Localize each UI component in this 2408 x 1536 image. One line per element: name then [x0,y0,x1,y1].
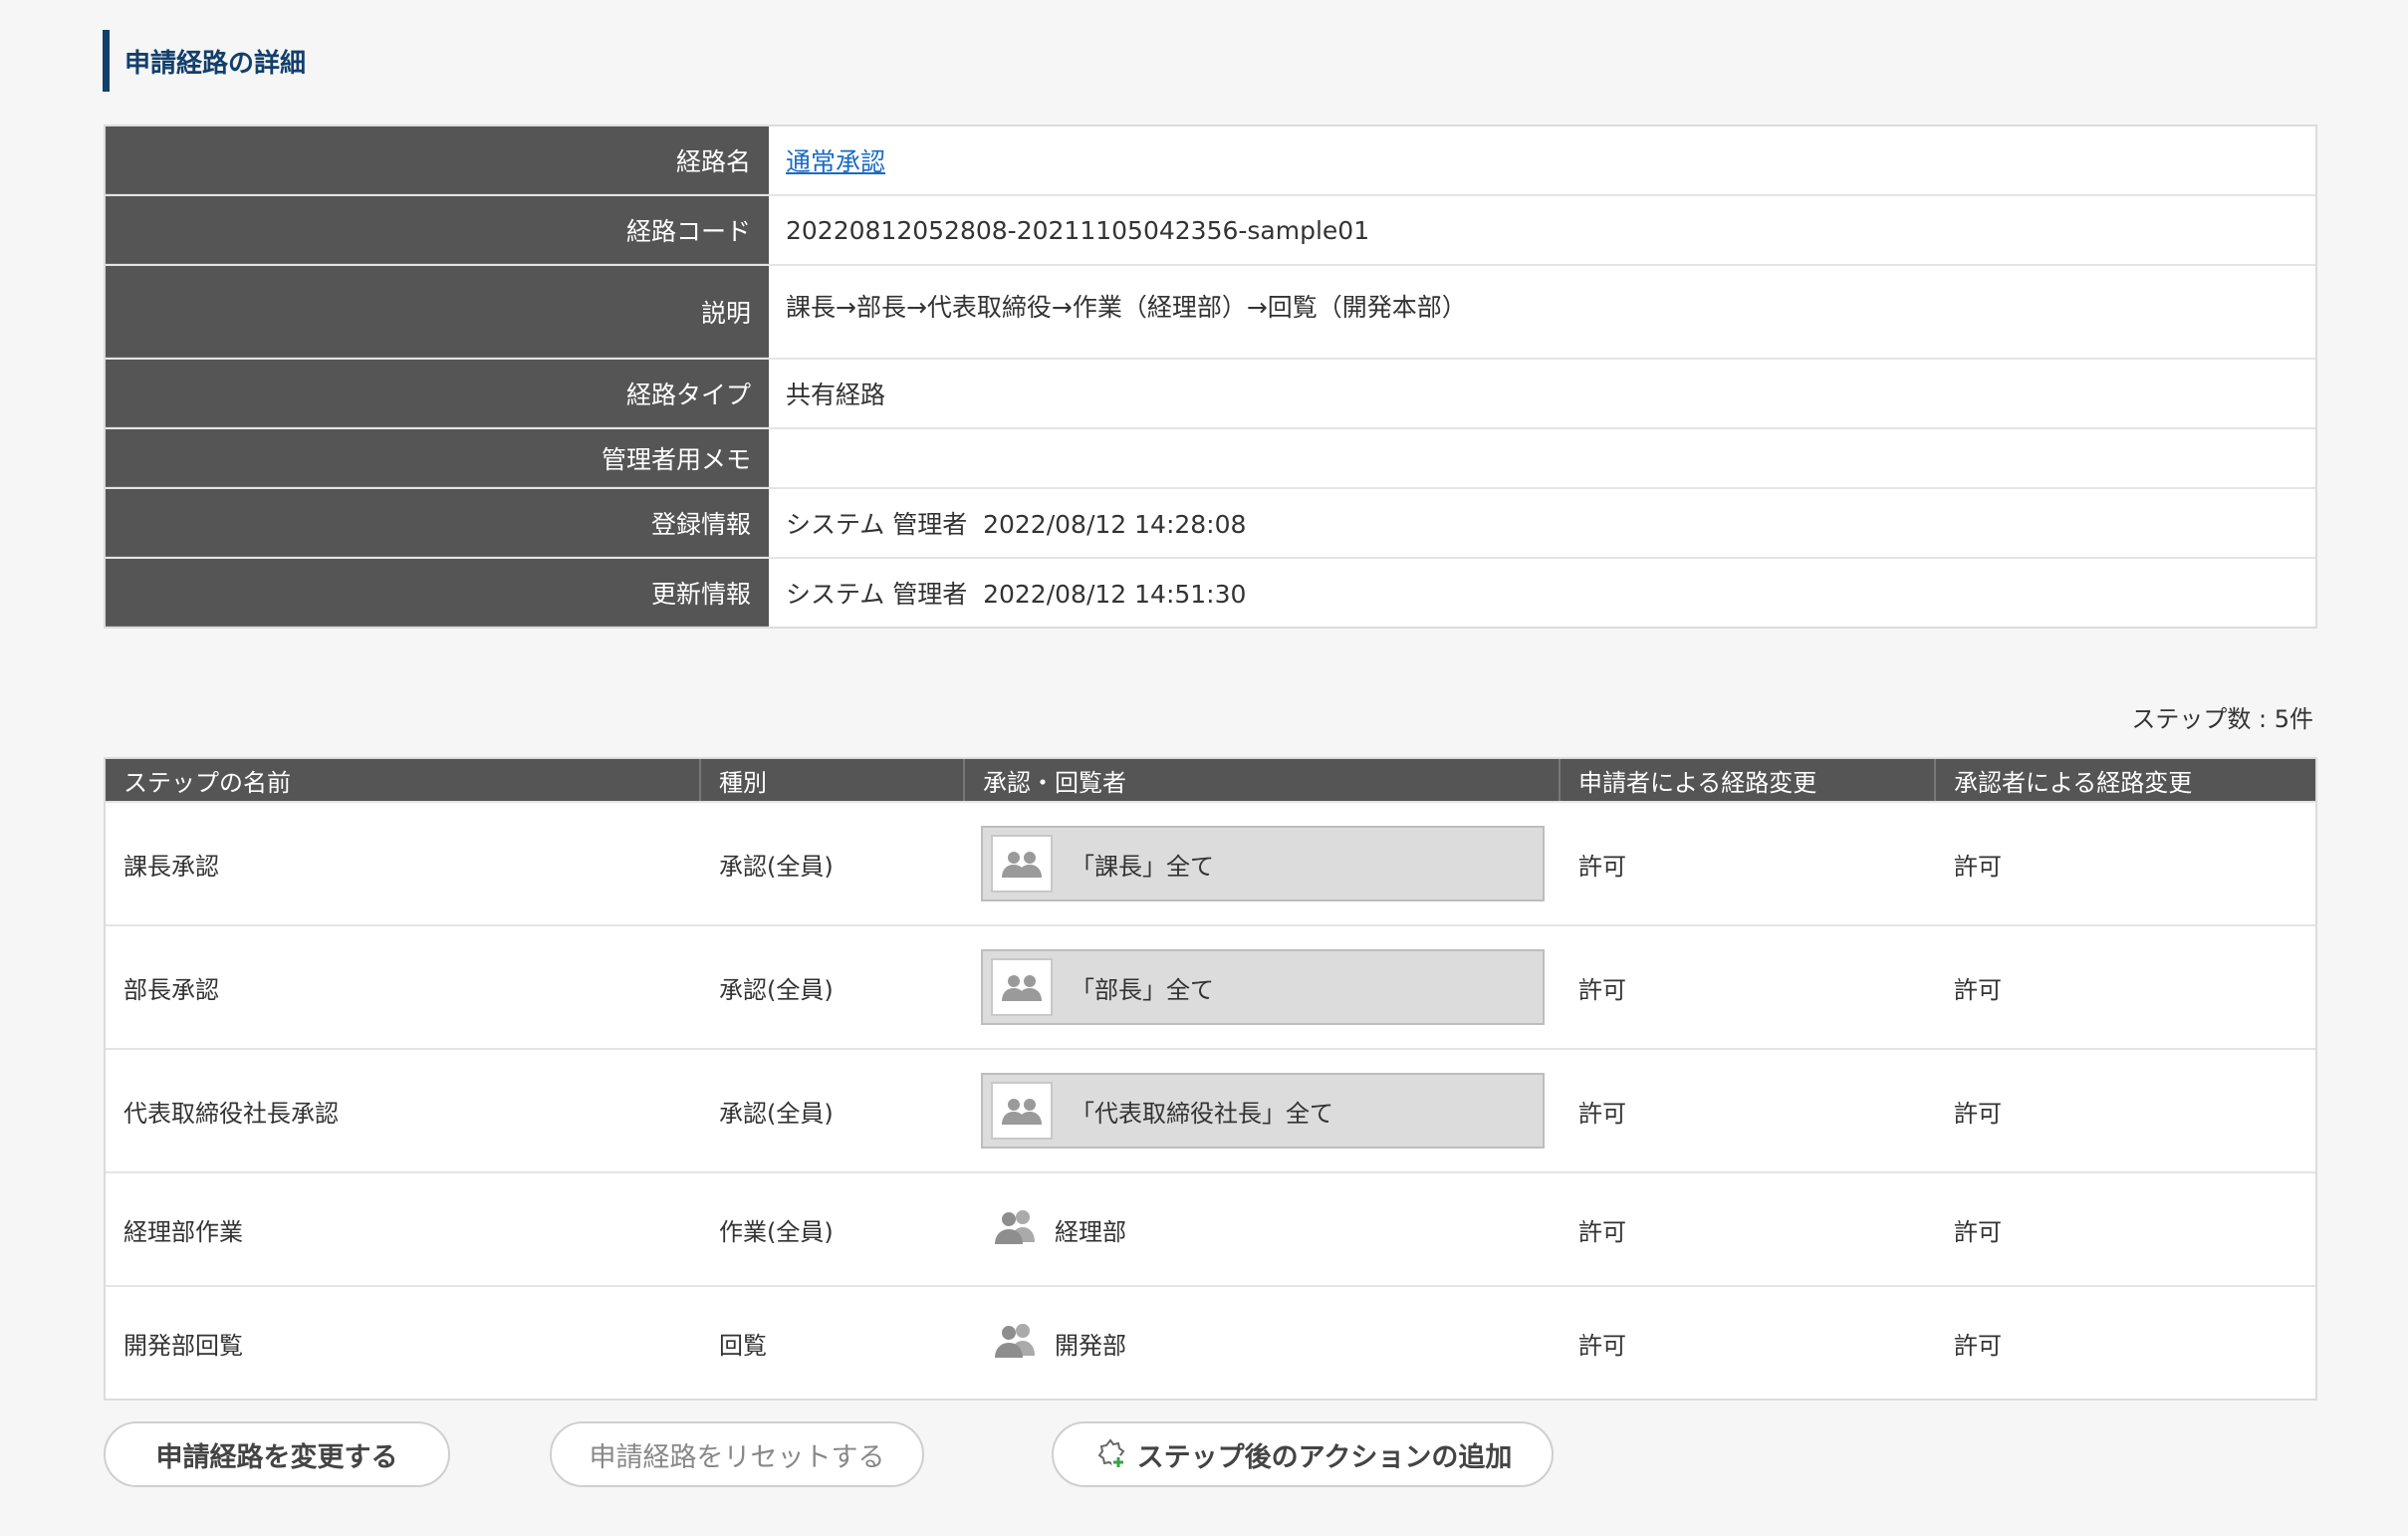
approver-box[interactable]: 「部長」全て [981,949,1545,1025]
reset-route-button[interactable]: 申請経路をリセットする [550,1421,924,1487]
steps-table-header: ステップの名前 種別 承認・回覧者 申請者による経路変更 承認者による経路変更 [106,759,2315,801]
users-icon [991,1322,1041,1364]
approver-change: 許可 [1954,852,2002,881]
route-name-label: 経路名 [106,127,769,194]
description-label: 説明 [106,266,769,358]
route-code-label: 経路コード [106,196,769,264]
updated-label: 更新情報 [106,559,769,627]
applicant-change: 許可 [1578,852,1626,881]
detail-row-route-code: 経路コード 20220812052808-20211105042356-samp… [106,196,2315,266]
step-name: 代表取締役社長承認 [123,1099,339,1128]
users-icon [991,835,1053,893]
description-value: 課長→部長→代表取締役→作業（経理部）→回覧（開発本部） [786,293,1467,322]
step-type: 承認(全員) [719,975,834,1004]
detail-row-route-type: 経路タイプ 共有経路 [106,360,2315,429]
change-route-button[interactable]: 申請経路を変更する [104,1421,450,1487]
table-row: 開発部回覧 回覧 開発部 許可 許可 [106,1285,2315,1399]
gear-plus-icon [1093,1437,1127,1471]
admin-memo-value [769,429,2315,487]
applicant-change: 許可 [1578,1331,1626,1360]
table-row: 経理部作業 作業(全員) 経理部 許可 許可 [106,1171,2315,1285]
approver-name: 開発部 [1055,1331,1126,1360]
route-type-value: 共有経路 [786,381,886,409]
page-title: 申請経路の詳細 [103,30,306,92]
registered-value: システム 管理者 2022/08/12 14:28:08 [786,510,1247,539]
table-row: 代表取締役社長承認 承認(全員) 「代表取締役社長」全て 許可 許可 [106,1048,2315,1171]
approver-name: 「課長」全て [1071,852,1214,881]
approver-name: 経理部 [1055,1217,1126,1246]
approver-group[interactable]: 経理部 [981,1208,1126,1250]
detail-row-updated: 更新情報 システム 管理者 2022/08/12 14:51:30 [106,559,2315,627]
approver-change: 許可 [1954,975,2002,1004]
step-name: 部長承認 [123,975,219,1004]
users-icon [991,958,1053,1016]
admin-memo-label: 管理者用メモ [106,429,769,487]
header-applicant-change: 申請者による経路変更 [1561,759,1936,801]
approver-change: 許可 [1954,1331,2002,1360]
users-icon [991,1082,1053,1140]
route-code-value: 20220812052808-20211105042356-sample01 [786,215,1370,245]
approver-box[interactable]: 「代表取締役社長」全て [981,1073,1545,1149]
route-detail-table: 経路名 通常承認 経路コード 20220812052808-2021110504… [104,125,2317,629]
applicant-change: 許可 [1578,1217,1626,1246]
add-step-action-label: ステップ後のアクションの追加 [1136,1441,1513,1472]
route-name-link[interactable]: 通常承認 [786,142,885,178]
header-step-name: ステップの名前 [106,759,701,801]
step-count: ステップ数 : 5件 [2131,705,2313,733]
detail-row-registered: 登録情報 システム 管理者 2022/08/12 14:28:08 [106,489,2315,559]
approver-change: 許可 [1954,1099,2002,1128]
header-type: 種別 [701,759,965,801]
table-row: 課長承認 承認(全員) 「課長」全て 許可 許可 [106,801,2315,924]
registered-label: 登録情報 [106,489,769,557]
header-approver: 承認・回覧者 [965,759,1561,801]
updated-value: システム 管理者 2022/08/12 14:51:30 [786,580,1247,609]
approver-change: 許可 [1954,1217,2002,1246]
step-name: 課長承認 [123,852,219,881]
step-name: 開発部回覧 [123,1331,243,1360]
approver-box[interactable]: 「課長」全て [981,826,1545,901]
approver-name: 「代表取締役社長」全て [1071,1099,1333,1128]
header-approver-change: 承認者による経路変更 [1954,768,2193,797]
step-type: 作業(全員) [719,1217,834,1246]
table-row: 部長承認 承認(全員) 「部長」全て 許可 許可 [106,924,2315,1048]
approver-group[interactable]: 開発部 [981,1322,1126,1364]
route-type-label: 経路タイプ [106,360,769,427]
step-name: 経理部作業 [123,1217,243,1246]
approver-name: 「部長」全て [1071,975,1214,1004]
route-detail-page: 申請経路の詳細 経路名 通常承認 経路コード 20220812052808-20… [0,0,2408,1536]
detail-row-route-name: 経路名 通常承認 [106,127,2315,196]
add-step-action-button[interactable]: ステップ後のアクションの追加 [1052,1421,1554,1487]
applicant-change: 許可 [1578,975,1626,1004]
step-type: 回覧 [719,1331,767,1360]
detail-row-admin-memo: 管理者用メモ [106,429,2315,489]
applicant-change: 許可 [1578,1099,1626,1128]
users-icon [991,1208,1041,1250]
step-type: 承認(全員) [719,1099,834,1128]
step-type: 承認(全員) [719,852,834,881]
detail-row-description: 説明 課長→部長→代表取締役→作業（経理部）→回覧（開発本部） [106,266,2315,360]
steps-table: ステップの名前 種別 承認・回覧者 申請者による経路変更 承認者による経路変更 … [104,757,2317,1401]
